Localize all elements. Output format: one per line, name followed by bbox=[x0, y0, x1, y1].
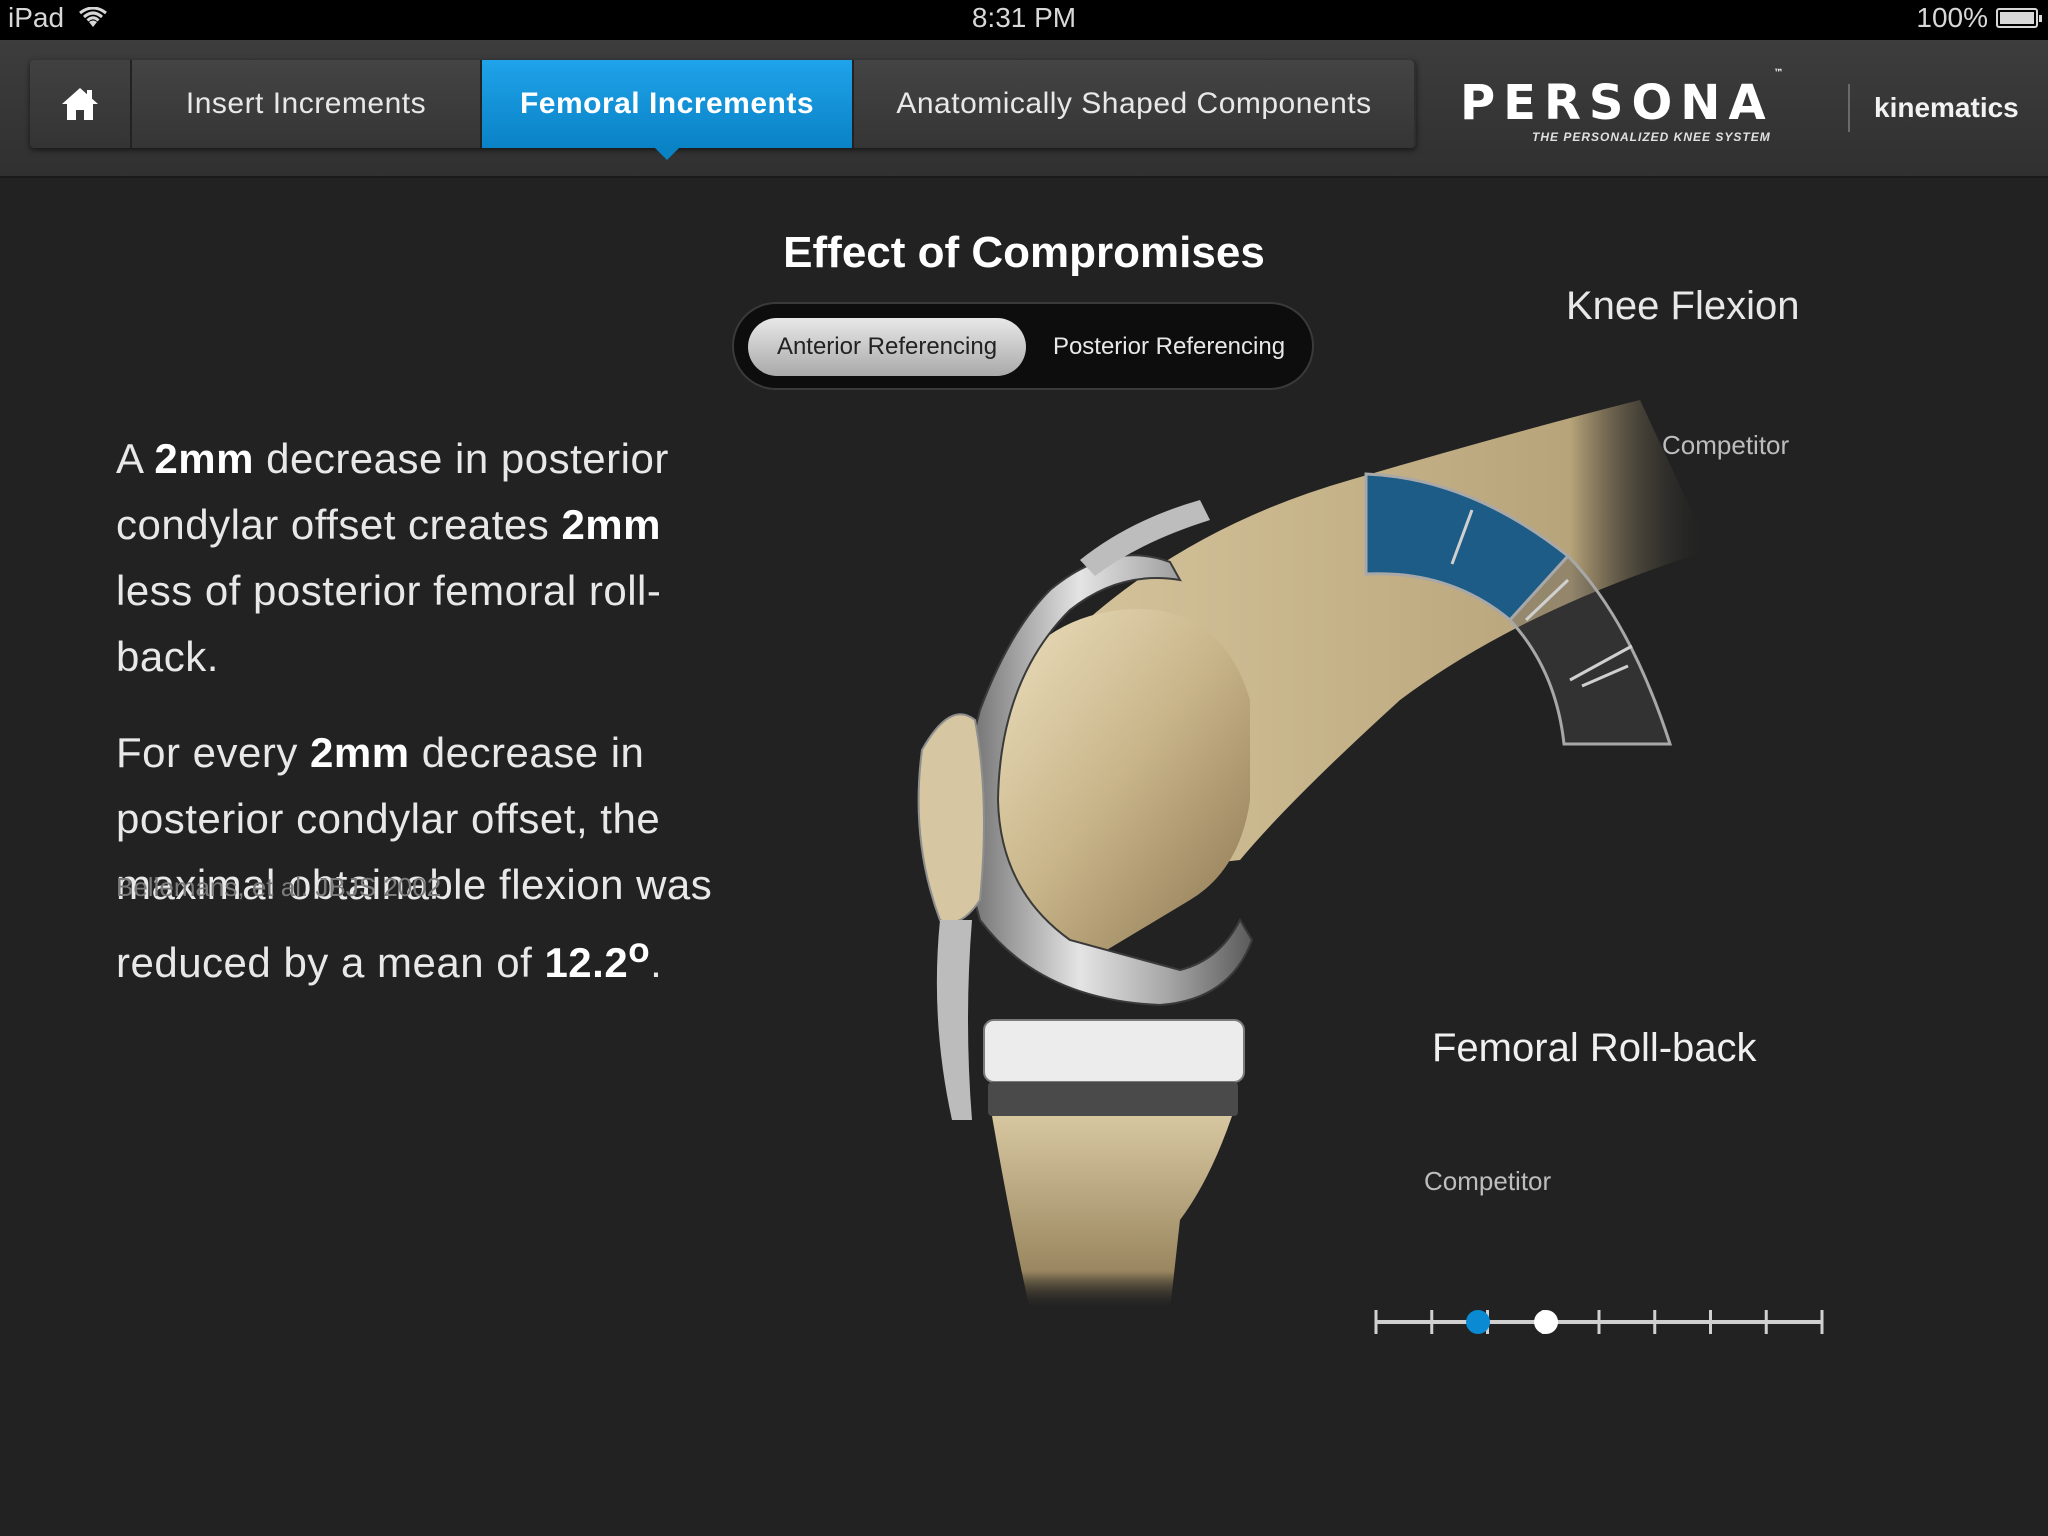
status-bar: iPad 8:31 PM 100% bbox=[0, 0, 2048, 40]
rollback-competitor-label: Competitor bbox=[1424, 1166, 1552, 1196]
femoral-rollback-title: Femoral Roll-back bbox=[1432, 1026, 1757, 1070]
knee-flexion-title: Knee Flexion bbox=[1566, 284, 1800, 328]
tibia bbox=[992, 1116, 1232, 1310]
emphasis: 2mm bbox=[154, 435, 254, 482]
rollback-competitor-marker bbox=[1466, 1310, 1491, 1334]
home-button[interactable] bbox=[30, 60, 132, 148]
knee-flexion-gauge bbox=[1364, 472, 1673, 746]
brand-divider bbox=[1848, 84, 1850, 132]
brand-tagline: THE PERSONALIZED KNEE SYSTEM bbox=[1532, 130, 1771, 144]
emphasis: 12.2o bbox=[544, 931, 650, 986]
body-text: A 2mm decrease in posterior condylar off… bbox=[116, 426, 716, 1026]
persona-logo: PERSONA™ bbox=[1460, 68, 1822, 131]
patella bbox=[917, 713, 985, 924]
rollback-current-marker bbox=[1534, 1310, 1559, 1334]
text-span: For every bbox=[116, 729, 311, 776]
home-icon bbox=[62, 88, 98, 120]
nav-tabbar: Insert Increments Femoral Increments Ana… bbox=[30, 60, 1416, 160]
persona-logo-text: PERSONA bbox=[1460, 75, 1774, 131]
patellar-tendon bbox=[936, 920, 972, 1120]
section-label: kinematics bbox=[1874, 92, 2019, 123]
paragraph-flexion: For every 2mm decrease in posterior cond… bbox=[116, 720, 716, 996]
battery-icon bbox=[1996, 8, 2042, 28]
tibial-tray bbox=[988, 1082, 1238, 1116]
status-right: 100% bbox=[1916, 2, 2042, 34]
flexion-value: 12.2 bbox=[544, 939, 629, 986]
text-span: less of posterior femoral roll-back. bbox=[116, 567, 662, 680]
text-span: A bbox=[116, 435, 155, 482]
emphasis: 2mm bbox=[561, 501, 662, 548]
page-title: Effect of Compromises bbox=[783, 228, 1265, 277]
brand: PERSONA™ THE PERSONALIZED KNEE SYSTEM ki… bbox=[1460, 68, 2020, 152]
paragraph-rollback: A 2mm decrease in posterior condylar off… bbox=[116, 426, 716, 690]
trademark-symbol: ™ bbox=[1773, 68, 1784, 79]
citation: Bellemans, et al. JBJS 2002 bbox=[116, 872, 442, 902]
text-span: . bbox=[650, 939, 663, 986]
tab-anatomically-shaped-components[interactable]: Anatomically Shaped Components bbox=[854, 60, 1414, 148]
app-header: Insert Increments Femoral Increments Ana… bbox=[0, 40, 2048, 178]
knee-flexion-competitor-label: Competitor bbox=[1662, 430, 1790, 460]
status-time: 8:31 PM bbox=[971, 2, 1077, 33]
battery-fill bbox=[2000, 12, 2034, 24]
tibial-insert bbox=[983, 1019, 1245, 1083]
emphasis: 2mm bbox=[310, 729, 410, 776]
tab-insert-increments[interactable]: Insert Increments bbox=[132, 60, 482, 148]
degree-symbol: o bbox=[628, 931, 651, 970]
femoral-rollback-slider bbox=[1374, 1310, 1824, 1334]
battery-percent: 100% bbox=[1916, 2, 1988, 33]
tab-femoral-increments[interactable]: Femoral Increments bbox=[482, 60, 854, 160]
